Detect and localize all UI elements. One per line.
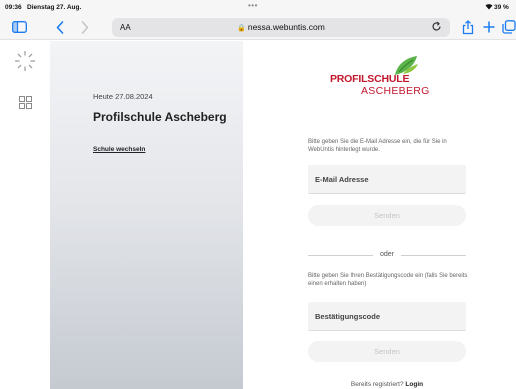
back-icon[interactable] [51, 18, 69, 36]
today-date: Heute 27.08.2024 [93, 92, 153, 101]
school-logo: PROFILSCHULE ASCHEBERG [330, 55, 450, 97]
forward-icon[interactable] [76, 18, 94, 36]
new-tab-icon[interactable] [480, 18, 498, 36]
change-school-link[interactable]: Schule wechseln [93, 146, 145, 153]
logo-line-2: ASCHEBERG [361, 85, 430, 97]
battery-level: 39 % [494, 4, 509, 11]
email-hint: Bitte geben Sie die E-Mail Adresse ein, … [308, 139, 447, 153]
share-icon[interactable] [459, 18, 477, 36]
send-email-button[interactable]: Senden [308, 205, 466, 226]
already-registered: Bereits registriert? Login [308, 381, 466, 388]
school-info-panel: Heute 27.08.2024 Profilschule Ascheberg … [50, 41, 243, 389]
status-time: 09:36 [5, 4, 22, 11]
logo-line-1: PROFILSCHULE [330, 73, 410, 85]
login-panel: PROFILSCHULE ASCHEBERG Bitte geben Sie d… [243, 41, 516, 389]
or-divider: oder [308, 250, 466, 260]
lock-icon: 🔒 [237, 25, 246, 32]
status-bar: 09:36 Dienstag 27. Aug. ••• 39 % [0, 0, 516, 14]
divider-line-right [401, 255, 466, 256]
login-link[interactable]: Login [405, 381, 423, 388]
sidebar-toggle-icon[interactable] [10, 18, 28, 36]
loading-spinner-icon [14, 50, 36, 72]
app-sidebar [0, 41, 50, 389]
url-text[interactable]: 🔒 nessa.webuntis.com [112, 22, 450, 32]
tabs-overview-icon[interactable] [500, 18, 516, 36]
status-date: Dienstag 27. Aug. [27, 4, 82, 11]
dashboard-grid-icon[interactable] [19, 96, 32, 109]
browser-toolbar: AA 🔒 nessa.webuntis.com [0, 14, 516, 40]
address-bar[interactable]: AA 🔒 nessa.webuntis.com [112, 18, 450, 37]
school-name: Profilschule Ascheberg [93, 110, 227, 124]
reload-icon[interactable] [431, 21, 442, 35]
multitasking-dots-icon[interactable]: ••• [248, 1, 258, 10]
confirmation-code-field[interactable]: Bestätigungscode [308, 302, 466, 331]
url-label: nessa.webuntis.com [247, 22, 325, 32]
send-code-button[interactable]: Senden [308, 341, 466, 362]
code-hint: Bitte geben Sie Ihren Bestätigungscode e… [308, 273, 468, 287]
registered-text: Bereits registriert? [350, 381, 404, 388]
wifi-icon [485, 3, 493, 12]
email-field[interactable]: E-Mail Adresse [308, 165, 466, 194]
